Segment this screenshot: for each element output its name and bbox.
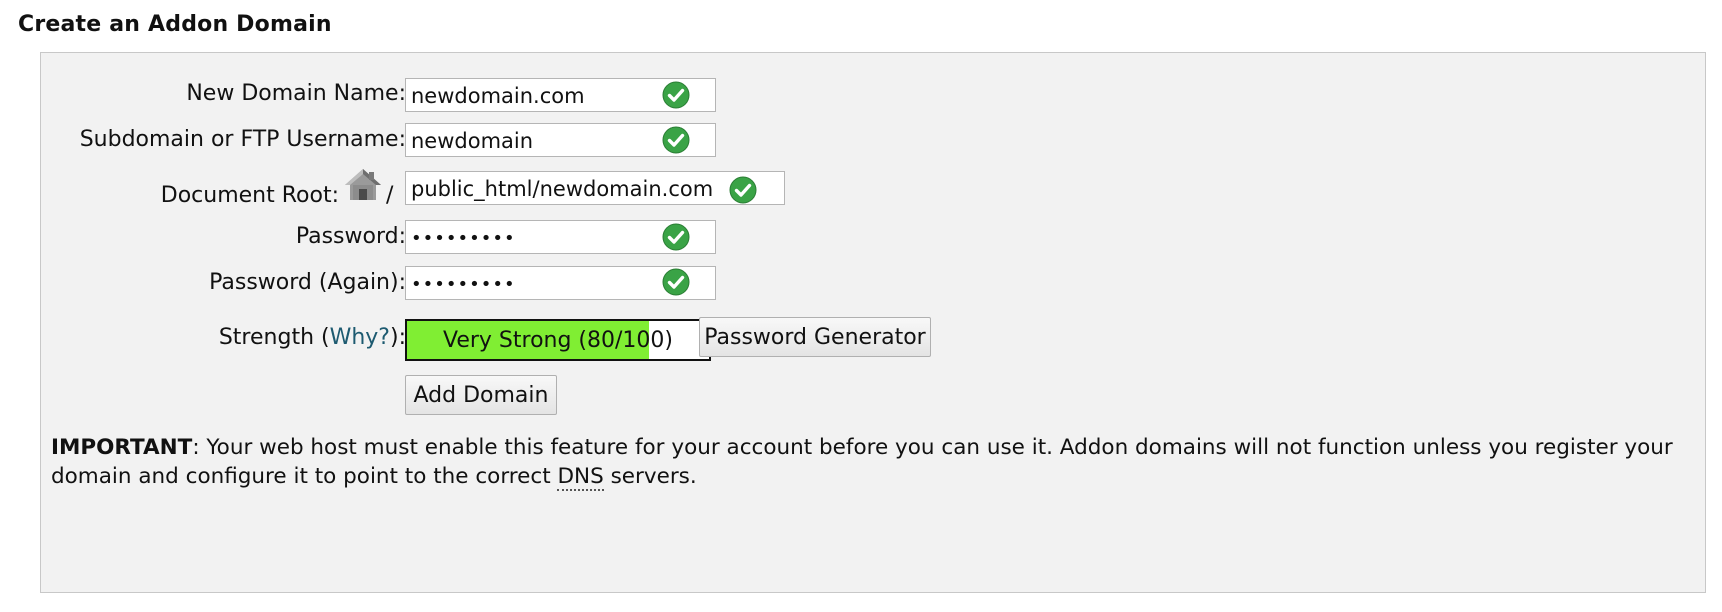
dns-abbreviation: DNS <box>557 464 604 491</box>
why-link[interactable]: Why? <box>330 325 390 350</box>
add-domain-button[interactable]: Add Domain <box>405 375 557 415</box>
password-strength-meter: Very Strong (80/100) <box>405 319 711 361</box>
valid-check-icon <box>729 176 757 204</box>
document-root-input[interactable] <box>405 171 785 205</box>
valid-check-icon <box>662 81 690 109</box>
notice-text-after: servers. <box>603 464 697 489</box>
password-label: Password: <box>295 224 406 249</box>
valid-check-icon <box>662 223 690 251</box>
home-icon <box>345 169 381 200</box>
valid-check-icon <box>662 268 690 296</box>
addon-domain-form-panel: New Domain Name: Subdomain or FTP Userna… <box>40 52 1706 593</box>
path-separator: / <box>386 183 394 208</box>
strength-text: Very Strong (80/100) <box>442 328 673 353</box>
new-domain-label: New Domain Name: <box>186 81 406 106</box>
password-generator-button[interactable]: Password Generator <box>699 317 931 357</box>
subdomain-label: Subdomain or FTP Username: <box>79 127 406 152</box>
strength-label: Strength (Why?): <box>219 325 406 350</box>
important-notice: IMPORTANT: Your web host must enable thi… <box>51 433 1691 491</box>
document-root-label: Document Root: <box>160 183 339 208</box>
strength-label-suffix: ): <box>390 325 406 350</box>
valid-check-icon <box>662 126 690 154</box>
notice-text-before: : Your web host must enable this feature… <box>51 435 1673 489</box>
important-label: IMPORTANT <box>51 435 193 460</box>
strength-label-prefix: Strength ( <box>218 325 330 350</box>
password-again-label: Password (Again): <box>209 270 406 295</box>
page-title: Create an Addon Domain <box>18 12 332 37</box>
